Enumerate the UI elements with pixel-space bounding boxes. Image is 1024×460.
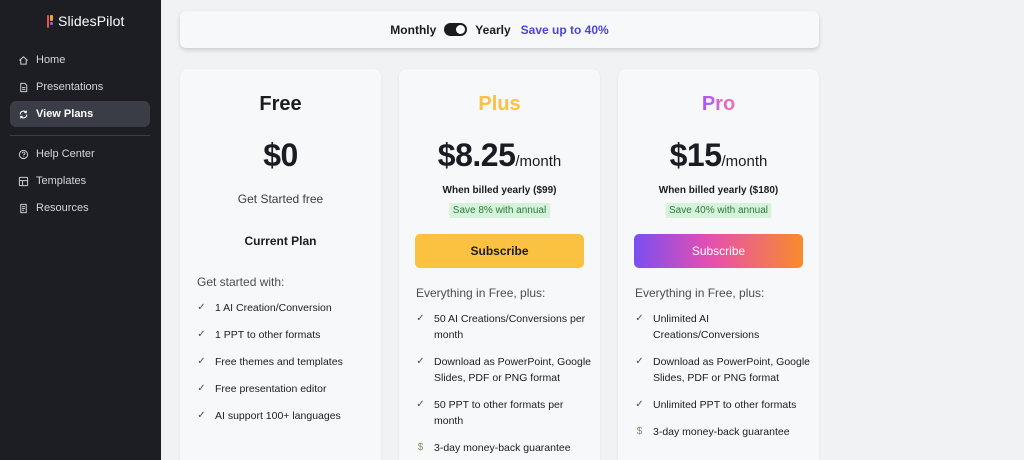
- logo-icon: [47, 14, 53, 28]
- price-row: $0: [180, 137, 381, 174]
- sidebar-item-label: Home: [36, 54, 66, 66]
- check-icon: ✓: [635, 313, 644, 324]
- toggle-knob: [456, 25, 466, 34]
- save-badge: Save 8% with annual: [448, 203, 551, 218]
- sidebar: SlidesPilot Home Presentations View Plan…: [0, 0, 161, 460]
- feature-item: ✓ Download as PowerPoint, Google Slides, …: [635, 354, 810, 386]
- check-icon: ✓: [635, 399, 644, 410]
- feature-item: ✓ AI support 100+ languages: [197, 408, 372, 424]
- dollar-icon: $: [636, 426, 643, 437]
- feature-text: Free presentation editor: [215, 383, 327, 395]
- feature-list: ✓ 50 AI Creations/Conversions per month ✓…: [416, 311, 591, 460]
- price-row: $8.25/month: [399, 137, 600, 174]
- feature-text: Unlimited AI Creations/Conversions: [653, 313, 760, 341]
- feature-text: Download as PowerPoint, Google Slides, P…: [653, 356, 811, 384]
- app-name: SlidesPilot: [58, 13, 125, 29]
- check-icon: ✓: [197, 356, 206, 367]
- sidebar-item-templates[interactable]: Templates: [10, 168, 150, 194]
- sidebar-item-view-plans[interactable]: View Plans: [10, 101, 150, 127]
- feature-item: ✓ Free themes and templates: [197, 354, 372, 370]
- feature-item: ✓ Download as PowerPoint, Google Slides, …: [416, 354, 591, 386]
- feature-item: ✓ 50 PPT to other formats per month: [416, 397, 591, 429]
- current-plan-label: Current Plan: [244, 234, 317, 248]
- check-icon: ✓: [635, 356, 644, 367]
- plan-price: $8.25: [437, 137, 516, 173]
- feature-text: 1 PPT to other formats: [215, 329, 321, 341]
- app-logo[interactable]: SlidesPilot: [47, 13, 124, 29]
- help-icon: [18, 149, 29, 160]
- feature-item: ✓ Unlimited PPT to other formats: [635, 397, 810, 413]
- feature-text: 3-day money-back guarantee: [434, 442, 571, 454]
- feature-text: 50 AI Creations/Conversions per month: [434, 313, 586, 341]
- save-up-text: Save up to 40%: [520, 22, 609, 37]
- subscribe-plus-button[interactable]: Subscribe: [415, 234, 584, 268]
- check-icon: ✓: [416, 399, 425, 410]
- feature-list: ✓ Unlimited AI Creations/Conversions ✓ Dow…: [635, 311, 810, 451]
- features-heading: Get started with:: [197, 275, 285, 289]
- feature-text: 1 AI Creation/Conversion: [215, 302, 332, 314]
- feature-text: Unlimited PPT to other formats: [653, 399, 797, 411]
- document-icon: [18, 82, 29, 93]
- feature-text: Download as PowerPoint, Google Slides, P…: [434, 356, 592, 384]
- plan-price: $0: [263, 137, 298, 173]
- subscribe-pro-button[interactable]: Subscribe: [634, 234, 803, 268]
- sidebar-item-label: Resources: [36, 202, 89, 214]
- price-period: /month: [721, 153, 768, 170]
- feature-item: ✓ 1 PPT to other formats: [197, 327, 372, 343]
- sidebar-item-presentations[interactable]: Presentations: [10, 74, 150, 100]
- home-icon: [18, 55, 29, 66]
- sidebar-item-help-center[interactable]: Help Center: [10, 141, 150, 167]
- feature-item: $3-day money-back guarantee: [416, 440, 591, 456]
- billing-note: When billed yearly ($180): [658, 185, 779, 196]
- plan-tagline: Get Started free: [237, 192, 324, 206]
- feature-text: 50 PPT to other formats per month: [434, 399, 564, 427]
- features-heading: Everything in Free, plus:: [635, 286, 765, 300]
- feature-item: $3-day money-back guarantee: [635, 424, 810, 440]
- billing-period-toggle[interactable]: [444, 23, 468, 36]
- plan-card-plus: Plus $8.25/month When billed yearly ($99…: [399, 69, 600, 460]
- plan-card-free: Free $0 Get Started free Current Plan Ge…: [180, 69, 381, 460]
- plan-card-pro: Pro $15/month When billed yearly ($180) …: [618, 69, 819, 460]
- feature-text: AI support 100+ languages: [215, 410, 341, 422]
- check-icon: ✓: [197, 302, 206, 313]
- plan-name-text: Pro: [701, 93, 736, 115]
- check-icon: ✓: [416, 313, 425, 324]
- feature-item: ✓ 1 AI Creation/Conversion: [197, 300, 372, 316]
- feature-item: ✓ 50 AI Creations/Conversions per month: [416, 311, 591, 343]
- sidebar-item-resources[interactable]: Resources: [10, 195, 150, 221]
- features-heading: Everything in Free, plus:: [416, 286, 546, 300]
- sidebar-nav-secondary: Help Center Templates Resources: [10, 141, 150, 222]
- check-icon: ✓: [416, 356, 425, 367]
- feature-item: ✓ Free presentation editor: [197, 381, 372, 397]
- plan-price: $15: [669, 137, 722, 173]
- check-icon: ✓: [197, 383, 206, 394]
- price-row: $15/month: [618, 137, 819, 174]
- check-icon: ✓: [197, 410, 206, 421]
- resources-icon: [18, 203, 29, 214]
- sidebar-item-label: View Plans: [36, 108, 94, 120]
- billing-period-bar: Monthly Yearly Save up to 40%: [180, 11, 819, 48]
- sidebar-item-home[interactable]: Home: [10, 47, 150, 73]
- monthly-label[interactable]: Monthly: [390, 23, 436, 37]
- yearly-label[interactable]: Yearly: [475, 23, 510, 37]
- check-icon: ✓: [197, 329, 206, 340]
- plan-name: Plus: [478, 93, 521, 115]
- refresh-icon: [18, 109, 29, 120]
- feature-text: 3-day money-back guarantee: [653, 426, 790, 438]
- sidebar-nav-primary: Home Presentations View Plans: [10, 47, 150, 128]
- sidebar-item-label: Presentations: [36, 81, 104, 93]
- sidebar-item-label: Templates: [36, 175, 87, 187]
- sidebar-divider: [10, 135, 150, 136]
- price-period: /month: [515, 153, 562, 170]
- plan-name: Pro: [618, 93, 819, 116]
- feature-item: ✓ Unlimited AI Creations/Conversions: [635, 311, 810, 343]
- plan-name: Free: [259, 93, 302, 115]
- sidebar-item-label: Help Center: [36, 148, 95, 160]
- feature-text: Free themes and templates: [215, 356, 343, 368]
- save-badge: Save 40% with annual: [665, 203, 772, 218]
- billing-note: When billed yearly ($99): [442, 185, 557, 196]
- dollar-icon: $: [417, 442, 424, 453]
- feature-list: ✓ 1 AI Creation/Conversion ✓ 1 PPT to othe…: [197, 300, 372, 435]
- templates-icon: [18, 176, 29, 187]
